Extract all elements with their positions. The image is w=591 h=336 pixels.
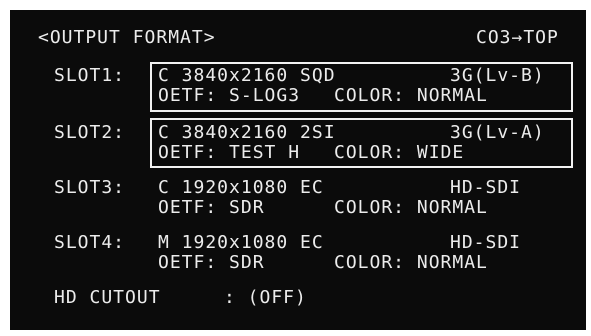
output-format-menu-screen: <OUTPUT FORMAT> CO3→TOP SLOT1: C 3840x21…: [10, 10, 586, 330]
slot4-oetf: OETF: SDR: [158, 252, 265, 273]
slot2-label: SLOT2:: [54, 122, 126, 143]
slot2-oetf: OETF: TEST H: [158, 142, 301, 163]
slot2-signal: 3G(Lv-A): [450, 122, 545, 143]
slot1-label: SLOT1:: [54, 65, 126, 86]
slot1-signal: 3G(Lv-B): [450, 65, 545, 86]
slot3-format[interactable]: C 1920x1080 EC: [158, 178, 324, 198]
slot1-oetf: OETF: S-LOG3: [158, 85, 301, 106]
menu-title: <OUTPUT FORMAT>: [38, 27, 216, 48]
slot2-format: C 3840x2160 2SI: [158, 122, 336, 143]
slot3-oetf: OETF: SDR: [158, 197, 265, 218]
slot3-signal: HD-SDI: [450, 177, 522, 198]
slot4-color: COLOR: NORMAL: [334, 252, 488, 273]
slot4-signal: HD-SDI: [450, 232, 522, 253]
hd-cutout-value[interactable]: : (OFF): [224, 288, 307, 308]
slot2-color: COLOR: WIDE: [334, 142, 465, 163]
slot4-format[interactable]: M 1920x1080 EC: [158, 233, 324, 253]
slot3-color: COLOR: NORMAL: [334, 197, 488, 218]
slot4-label: SLOT4:: [54, 232, 126, 253]
slot1-format: C 3840x2160 SQD: [158, 65, 336, 86]
back-to-top-link[interactable]: CO3→TOP: [476, 28, 559, 48]
slot1-color: COLOR: NORMAL: [334, 85, 488, 106]
slot3-label: SLOT3:: [54, 177, 126, 198]
hd-cutout-label: HD CUTOUT: [54, 287, 161, 308]
